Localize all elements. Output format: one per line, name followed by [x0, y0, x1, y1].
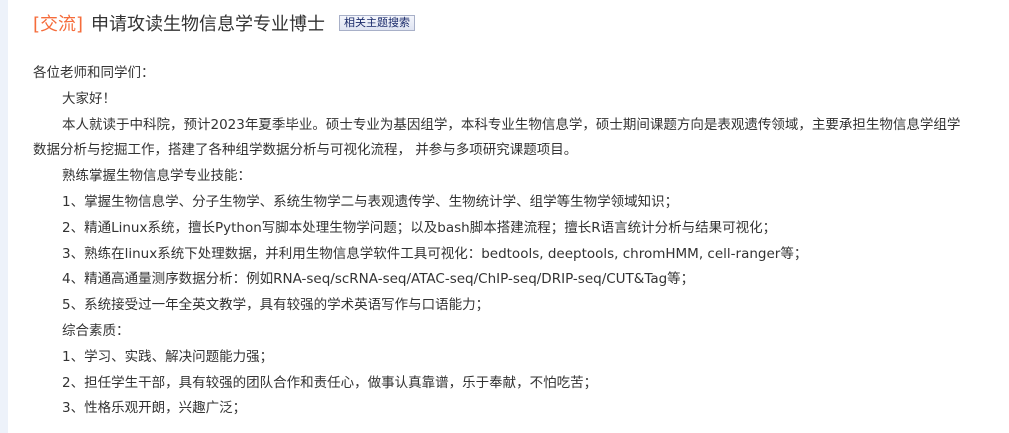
related-topic-search-button[interactable]: 相关主题搜索 — [339, 15, 416, 31]
skill-item: 4、精通高通量测序数据分析：例如RNA-seq/scRNA-seq/ATAC-s… — [62, 271, 695, 288]
left-border — [0, 0, 8, 433]
quality-item: 1、学习、实践、解决问题能力强； — [62, 348, 274, 365]
skill-item: 1、掌握生物信息学、分子生物学、系统生物学二与表观遗传学、生物统计学、组学等生物… — [62, 193, 679, 210]
skill-item: 5、系统接受过一年全英文教学，具有较强的学术英语写作与口语能力； — [62, 297, 490, 314]
skill-item: 3、熟练在linux系统下处理数据，并利用生物信息学软件工具可视化：bedtoo… — [62, 245, 808, 262]
post-tag[interactable]: [交流] — [33, 14, 83, 35]
intro-line-2: 数据分析与挖掘工作，搭建了各种组学数据分析与可视化流程， 并参与多项研究课题项目… — [33, 142, 578, 159]
quality-item: 3、性格乐观开朗，兴趣广泛； — [62, 400, 247, 417]
skills-heading: 熟练掌握生物信息学专业技能： — [62, 168, 251, 185]
hello: 大家好！ — [62, 90, 116, 107]
qualities-heading: 综合素质： — [62, 322, 130, 339]
post-body: 各位老师和同学们： 大家好！ 本人就读于中科院，预计2023年夏季毕业。硕士专业… — [33, 61, 993, 422]
greeting: 各位老师和同学们： — [33, 65, 155, 81]
skill-item: 2、精通Linux系统，擅长Python写脚本处理生物学问题；以及bash脚本搭… — [62, 219, 777, 236]
post-title-text: 申请攻读生物信息学专业博士 — [91, 14, 326, 35]
post-title: [交流] 申请攻读生物信息学专业博士 相关主题搜索 — [33, 12, 416, 38]
quality-item: 2、担任学生干部，具有较强的团队合作和责任心，做事认真靠谱，乐于奉献，不怕吃苦； — [62, 374, 598, 391]
intro-line-1: 本人就读于中科院，预计2023年夏季毕业。硕士专业为基因组学，本科专业生物信息学… — [62, 116, 961, 133]
